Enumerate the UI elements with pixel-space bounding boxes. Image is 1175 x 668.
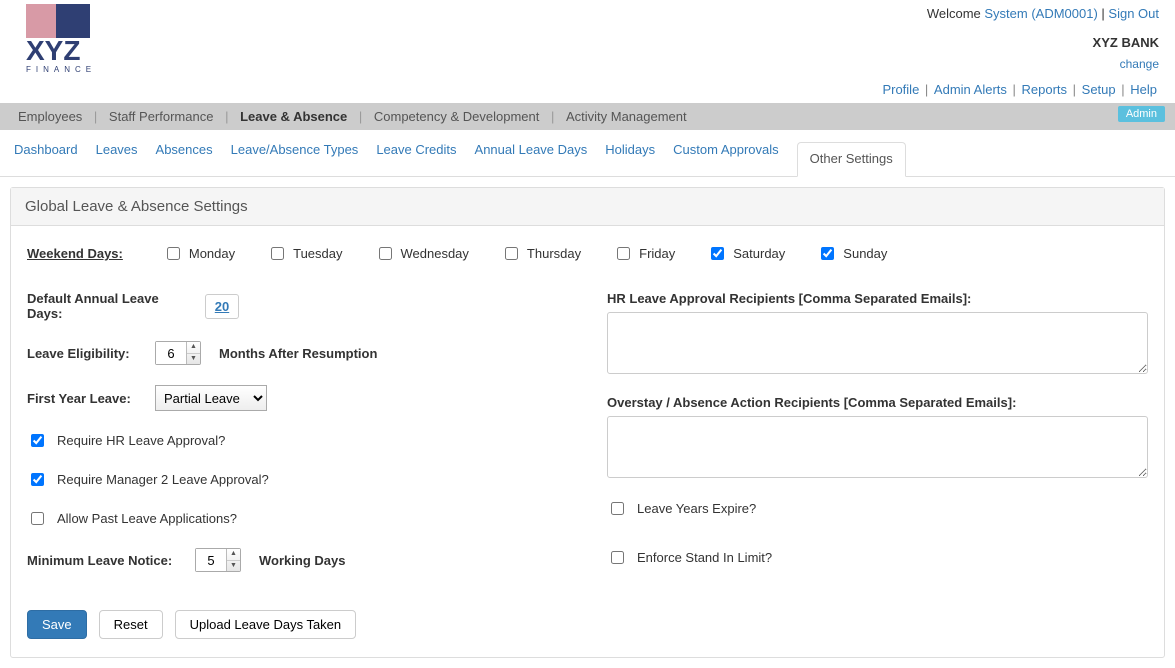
require-mgr2-checkbox[interactable] <box>31 473 44 486</box>
weekend-label-wednesday: Wednesday <box>401 246 469 261</box>
main-nav-staff-performance[interactable]: Staff Performance <box>101 109 222 124</box>
weekend-checkbox-tuesday[interactable] <box>271 247 284 260</box>
tab-leave-credits[interactable]: Leave Credits <box>376 142 456 176</box>
signout-link[interactable]: Sign Out <box>1108 6 1159 21</box>
default-annual-value[interactable]: 20 <box>205 294 239 319</box>
overstay-textarea[interactable] <box>607 416 1148 478</box>
eligibility-suffix: Months After Resumption <box>219 346 377 361</box>
allow-past-checkbox[interactable] <box>31 512 44 525</box>
weekend-day-monday: Monday <box>163 244 235 263</box>
allow-past-label: Allow Past Leave Applications? <box>57 511 237 526</box>
require-mgr2-label: Require Manager 2 Leave Approval? <box>57 472 269 487</box>
weekend-day-saturday: Saturday <box>707 244 785 263</box>
tab-dashboard[interactable]: Dashboard <box>14 142 78 176</box>
eligibility-spinner[interactable]: ▲ ▼ <box>155 341 201 365</box>
change-org-link[interactable]: change <box>1120 57 1159 71</box>
hr-recipients-textarea[interactable] <box>607 312 1148 374</box>
eligibility-input[interactable] <box>156 342 186 364</box>
weekend-day-friday: Friday <box>613 244 675 263</box>
min-notice-suffix: Working Days <box>259 553 345 568</box>
weekend-label-monday: Monday <box>189 246 235 261</box>
weekend-day-wednesday: Wednesday <box>375 244 469 263</box>
weekend-day-sunday: Sunday <box>817 244 887 263</box>
weekend-label-tuesday: Tuesday <box>293 246 342 261</box>
min-notice-input[interactable] <box>196 549 226 571</box>
tab-custom-approvals[interactable]: Custom Approvals <box>673 142 779 176</box>
svg-text:FINANCE: FINANCE <box>26 65 96 74</box>
enforce-standin-checkbox[interactable] <box>611 551 624 564</box>
upload-button[interactable]: Upload Leave Days Taken <box>175 610 357 639</box>
header-link-admin-alerts[interactable]: Admin Alerts <box>934 82 1007 97</box>
header-link-reports[interactable]: Reports <box>1022 82 1068 97</box>
sub-tabs: Dashboard Leaves Absences Leave/Absence Typ… <box>0 130 1175 177</box>
user-link[interactable]: System (ADM0001) <box>984 6 1097 21</box>
tab-holidays[interactable]: Holidays <box>605 142 655 176</box>
require-hr-label: Require HR Leave Approval? <box>57 433 225 448</box>
header-link-profile[interactable]: Profile <box>882 82 919 97</box>
spinner-down-icon[interactable]: ▼ <box>227 561 240 572</box>
first-year-label: First Year Leave: <box>27 391 137 406</box>
spinner-up-icon[interactable]: ▲ <box>187 342 200 354</box>
reset-button[interactable]: Reset <box>99 610 163 639</box>
tab-absences[interactable]: Absences <box>156 142 213 176</box>
main-nav-activity-management[interactable]: Activity Management <box>558 109 695 124</box>
weekend-checkbox-monday[interactable] <box>167 247 180 260</box>
weekend-day-tuesday: Tuesday <box>267 244 342 263</box>
weekend-days-label: Weekend Days: <box>27 246 123 261</box>
settings-panel: Global Leave & Absence Settings Weekend … <box>10 187 1165 658</box>
weekend-label-sunday: Sunday <box>843 246 887 261</box>
hr-recipients-label: HR Leave Approval Recipients [Comma Sepa… <box>607 291 1148 306</box>
tab-other-settings[interactable]: Other Settings <box>797 142 906 177</box>
weekend-label-friday: Friday <box>639 246 675 261</box>
weekend-checkbox-sunday[interactable] <box>821 247 834 260</box>
spinner-up-icon[interactable]: ▲ <box>227 549 240 561</box>
panel-title: Global Leave & Absence Settings <box>11 188 1164 226</box>
header-link-help[interactable]: Help <box>1130 82 1157 97</box>
welcome-line: Welcome System (ADM0001) | Sign Out <box>134 4 1159 25</box>
header-link-setup[interactable]: Setup <box>1082 82 1116 97</box>
org-name: XYZ BANK <box>134 33 1159 54</box>
admin-badge[interactable]: Admin <box>1118 106 1165 122</box>
weekend-checkbox-friday[interactable] <box>617 247 630 260</box>
tab-leaves[interactable]: Leaves <box>96 142 138 176</box>
logo-icon: XYZ FINANCE <box>16 4 126 76</box>
eligibility-label: Leave Eligibility: <box>27 346 137 361</box>
main-nav-leave-absence[interactable]: Leave & Absence <box>232 109 355 124</box>
weekend-checkbox-thursday[interactable] <box>505 247 518 260</box>
leave-years-expire-label: Leave Years Expire? <box>637 501 756 516</box>
header-links: Profile | Admin Alerts | Reports | Setup… <box>134 80 1159 101</box>
min-notice-spinner[interactable]: ▲ ▼ <box>195 548 241 572</box>
spinner-down-icon[interactable]: ▼ <box>187 354 200 365</box>
weekend-label-saturday: Saturday <box>733 246 785 261</box>
overstay-label: Overstay / Absence Action Recipients [Co… <box>607 395 1148 410</box>
leave-years-expire-checkbox[interactable] <box>611 502 624 515</box>
tab-leave-absence-types[interactable]: Leave/Absence Types <box>231 142 359 176</box>
weekend-label-thursday: Thursday <box>527 246 581 261</box>
svg-text:XYZ: XYZ <box>26 35 80 66</box>
logo: XYZ FINANCE <box>8 4 134 101</box>
main-nav: Employees | Staff Performance | Leave & … <box>0 103 1175 130</box>
welcome-prefix: Welcome <box>927 6 985 21</box>
first-year-select[interactable]: Partial Leave <box>155 385 267 411</box>
main-nav-competency-development[interactable]: Competency & Development <box>366 109 547 124</box>
min-notice-label: Minimum Leave Notice: <box>27 553 177 568</box>
weekend-checkbox-saturday[interactable] <box>711 247 724 260</box>
save-button[interactable]: Save <box>27 610 87 639</box>
main-nav-employees[interactable]: Employees <box>10 109 90 124</box>
weekend-checkbox-wednesday[interactable] <box>379 247 392 260</box>
tab-annual-leave-days[interactable]: Annual Leave Days <box>475 142 588 176</box>
weekend-day-thursday: Thursday <box>501 244 581 263</box>
require-hr-checkbox[interactable] <box>31 434 44 447</box>
default-annual-label: Default Annual Leave Days: <box>27 291 187 321</box>
enforce-standin-label: Enforce Stand In Limit? <box>637 550 772 565</box>
